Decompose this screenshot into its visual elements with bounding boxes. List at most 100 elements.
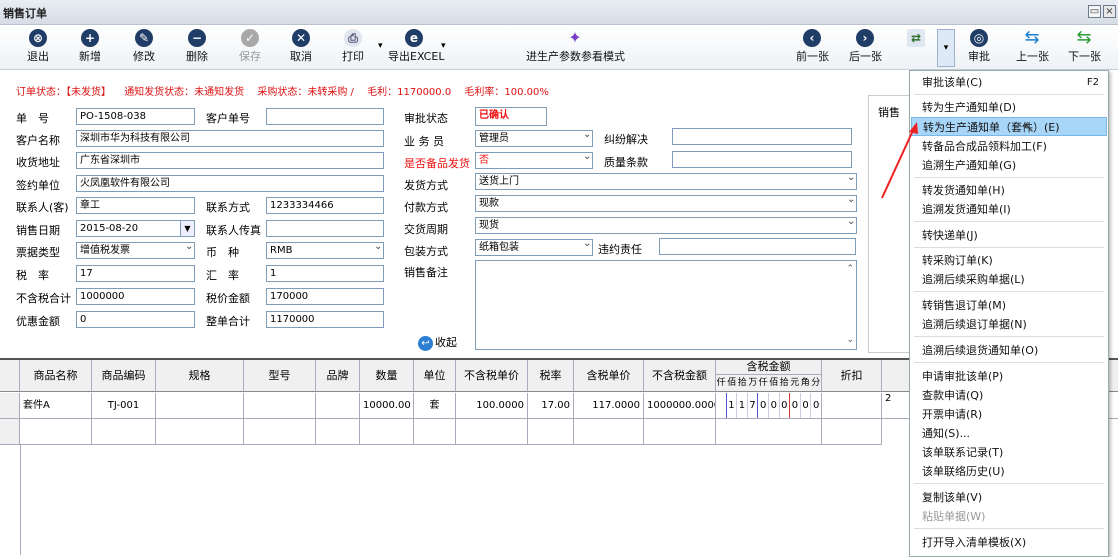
menu-item-trace-return[interactable]: 追溯后续退订单据(N) — [911, 315, 1107, 334]
contact-method-field[interactable]: 1233334466 — [266, 197, 384, 214]
cell-taxprice[interactable]: 117.0000 — [574, 393, 644, 419]
column-header[interactable]: 商品名称 — [20, 360, 92, 392]
empty-cell[interactable] — [156, 419, 244, 445]
contact-field[interactable]: 章工 — [76, 197, 195, 214]
menu-item-return-order[interactable]: 转销售退订单(M) — [911, 296, 1107, 315]
menu-item-ship-notice[interactable]: 转发货通知单(H) — [911, 181, 1107, 200]
menu-item-invoice-request[interactable]: 开票申请(R) — [911, 405, 1107, 424]
scroll-up-icon[interactable]: ⌃ — [846, 262, 854, 277]
cancel-button[interactable]: ✕ 取消 — [287, 29, 315, 67]
invoice-type-select[interactable]: 增值税发票 — [76, 242, 195, 259]
edit-button[interactable]: ✎ 修改 — [130, 29, 158, 67]
cell-discount[interactable] — [822, 393, 882, 419]
menu-item-approve[interactable]: 审批该单(C) F2 — [911, 73, 1107, 92]
empty-cell[interactable] — [574, 419, 644, 445]
contact-fax-field[interactable] — [266, 220, 384, 237]
cell-price[interactable]: 100.0000 — [456, 393, 528, 419]
order-total-field[interactable]: 1170000 — [266, 311, 384, 328]
next-button[interactable]: › 后一张 — [849, 29, 882, 67]
payment-select[interactable]: 现款 — [475, 195, 857, 212]
cell-brand[interactable] — [316, 393, 360, 419]
cell-qty[interactable]: 10000.00 — [360, 393, 414, 419]
menu-item-backup-processing[interactable]: 转备品合成品领料加工(F) — [911, 137, 1107, 156]
menu-item-production-notice[interactable]: 转为生产通知单(D) — [911, 98, 1107, 117]
calendar-dropdown-icon[interactable]: ▼ — [180, 221, 194, 236]
tax-amount-header[interactable]: 含税金额 仟 佰 拾 万 仟 佰 拾 元 角 分 — [716, 360, 822, 392]
empty-cell[interactable] — [528, 419, 574, 445]
empty-cell[interactable] — [316, 419, 360, 445]
restore-icon[interactable]: ▭ — [1088, 5, 1101, 18]
column-header[interactable]: 不含税金额 — [644, 360, 716, 392]
delete-button[interactable]: − 删除 — [183, 29, 211, 67]
address-field[interactable]: 广东省深圳市 — [76, 152, 384, 169]
column-header[interactable]: 规格 — [156, 360, 244, 392]
close-icon[interactable]: × — [1103, 5, 1116, 18]
menu-item-trace-ship[interactable]: 追溯发货通知单(I) — [911, 200, 1107, 219]
packing-select[interactable]: 纸箱包装 — [475, 239, 593, 256]
export-excel-button[interactable]: e 导出EXCEL — [388, 29, 444, 67]
row-selector[interactable] — [0, 419, 20, 445]
cell-code[interactable]: TJ-001 — [92, 393, 156, 419]
column-header[interactable]: 含税单价 — [574, 360, 644, 392]
column-header[interactable]: 品牌 — [316, 360, 360, 392]
menu-item-trace-production[interactable]: 追溯生产通知单(G) — [911, 156, 1107, 175]
column-header[interactable]: 税率 — [528, 360, 574, 392]
approve-button[interactable]: ◎ 审批 — [966, 29, 992, 67]
empty-cell[interactable] — [414, 419, 456, 445]
print-dropdown-icon[interactable]: ▾ — [378, 41, 383, 51]
empty-cell[interactable] — [644, 419, 716, 445]
menu-item-express[interactable]: 转快递单(J) — [911, 226, 1107, 245]
up-button[interactable]: ⇆ 上一张 — [1016, 29, 1049, 67]
menu-item-import-template[interactable]: 打开导入清单模板(X) — [911, 533, 1107, 552]
exchange-field[interactable]: 1 — [266, 265, 384, 282]
column-header[interactable]: 折扣 — [822, 360, 882, 392]
empty-cell[interactable] — [360, 419, 414, 445]
down-button[interactable]: ⇆ 下一张 — [1068, 29, 1101, 67]
menu-item-purchase-order[interactable]: 转采购订单(K) — [911, 251, 1107, 270]
menu-item-request-approval[interactable]: 申请审批该单(P) — [911, 367, 1107, 386]
dispute-field[interactable] — [672, 128, 852, 145]
column-header[interactable]: 数量 — [360, 360, 414, 392]
menu-item-payment-request[interactable]: 查款申请(Q) — [911, 386, 1107, 405]
cell-tax[interactable]: 17.00 — [528, 393, 574, 419]
customer-name-field[interactable]: 深圳市华为科技有限公司 — [76, 130, 384, 147]
remark-textarea[interactable]: ⌃ ⌄ — [475, 260, 857, 350]
column-header[interactable]: 不含税单价 — [456, 360, 528, 392]
menu-item-contact-record[interactable]: 该单联系记录(T) — [911, 443, 1107, 462]
collapse-button[interactable]: ↩ 收起 — [418, 334, 457, 351]
scroll-down-icon[interactable]: ⌄ — [846, 333, 854, 348]
salesman-select[interactable]: 管理员 — [475, 130, 593, 147]
ship-method-select[interactable]: 送货上门 — [475, 173, 857, 190]
sale-date-field[interactable]: 2015-08-20 ▼ — [76, 220, 195, 237]
empty-cell[interactable] — [822, 419, 882, 445]
breach-field[interactable] — [659, 238, 856, 255]
menu-item-production-notice-kit[interactable]: 转为生产通知单（套件）(E) — [911, 117, 1107, 136]
menu-item-copy[interactable]: 复制该单(V) — [911, 488, 1107, 507]
cell-name[interactable]: 套件A — [20, 393, 92, 419]
menu-item-notify[interactable]: 通知(S)... — [911, 424, 1107, 443]
untaxed-total-field[interactable]: 1000000 — [76, 288, 195, 305]
cell-amount[interactable]: 1000000.0000 — [644, 393, 716, 419]
empty-cell[interactable] — [244, 419, 316, 445]
tax-rate-field[interactable]: 17 — [76, 265, 195, 282]
production-mode-button[interactable]: ✦ 进生产参数参看模式 — [526, 29, 625, 67]
menu-item-contact-history[interactable]: 该单联络历史(U) — [911, 462, 1107, 481]
export-dropdown-icon[interactable]: ▾ — [441, 41, 446, 51]
cell-tax-amount-digits[interactable]: 1 1 7 0 0 0 0 0 0 — [716, 393, 822, 419]
menu-item-trace-return-notice[interactable]: 追溯后续退货通知单(O) — [911, 341, 1107, 360]
backup-select[interactable]: 否 — [475, 152, 593, 169]
quality-field[interactable] — [672, 151, 852, 168]
add-button[interactable]: + 新增 — [76, 29, 104, 67]
currency-select[interactable]: RMB — [266, 242, 384, 259]
column-header[interactable]: 商品编码 — [92, 360, 156, 392]
convert-dropdown-button[interactable]: ▾ — [937, 29, 955, 67]
exit-button[interactable]: ⊗ 退出 — [24, 29, 52, 67]
column-header[interactable]: 型号 — [244, 360, 316, 392]
convert-button[interactable]: ⇄ — [905, 29, 927, 67]
print-button[interactable]: ⎙ 打印 — [338, 29, 368, 67]
row-selector[interactable] — [0, 393, 20, 419]
discount-field[interactable]: 0 — [76, 311, 195, 328]
customer-no-field[interactable] — [266, 108, 384, 125]
cell-unit[interactable]: 套 — [414, 393, 456, 419]
cell-model[interactable] — [244, 393, 316, 419]
